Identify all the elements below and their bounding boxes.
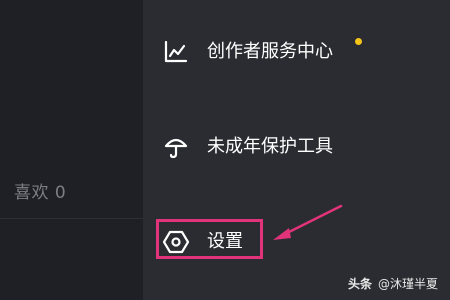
chart-icon xyxy=(163,39,189,65)
menu-item-label: 未成年保护工具 xyxy=(207,136,333,157)
menu-item-minor-protection[interactable]: 未成年保护工具 xyxy=(163,132,333,162)
umbrella-icon xyxy=(163,134,189,160)
side-drawer: 创作者服务中心 未成年保护工具 设置 xyxy=(143,0,450,300)
menu-item-label: 创作者服务中心 xyxy=(207,41,333,62)
menu-item-creator-center[interactable]: 创作者服务中心 xyxy=(163,37,333,67)
watermark: 头条 @沐瑾半夏 xyxy=(348,275,438,292)
notification-dot xyxy=(355,38,362,45)
profile-background-panel: 喜欢 0 xyxy=(0,0,143,300)
app-screen: 喜欢 0 创作者服务中心 未成年保护工具 设置 头条 @沐瑾半夏 xyxy=(0,0,450,300)
annotation-arrow xyxy=(273,204,343,240)
watermark-brand: 头条 xyxy=(347,277,372,291)
divider xyxy=(0,218,143,219)
watermark-author: @沐瑾半夏 xyxy=(377,277,438,291)
likes-count: 喜欢 0 xyxy=(14,183,67,203)
highlight-annotation-box xyxy=(156,219,263,259)
